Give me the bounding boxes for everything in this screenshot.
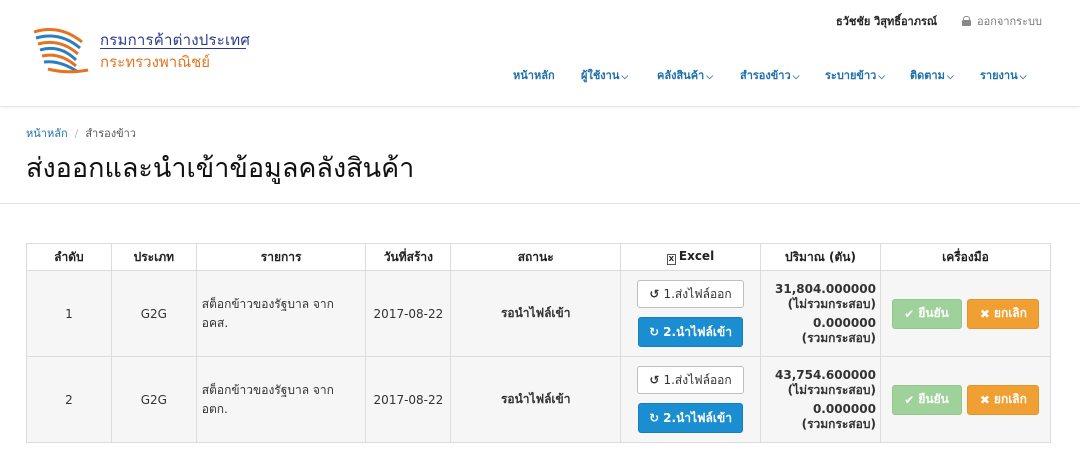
table-row: 1 G2G สต็อกข้าวของรัฐบาล จาก อคส. 2017-0… (26, 270, 1052, 357)
row-quantity: 43,754.600000 (ไม่รวมกระสอบ) 0.000000 (ร… (760, 356, 881, 443)
swoosh-logo-icon (33, 28, 89, 74)
breadcrumb-separator: / (74, 127, 79, 140)
undo-icon: ↺ (649, 373, 660, 387)
import-file-button[interactable]: ↻ 2.นำไฟล์เข้า (638, 403, 744, 433)
row-item: สต็อกข้าวของรัฐบาล จาก อคส. (195, 270, 367, 357)
row-status: รอนำไฟล์เข้า (450, 270, 622, 357)
row-type: G2G (110, 356, 197, 443)
chevron-down-icon: ⌵ (792, 72, 800, 82)
column-header-created: วันที่สร้าง (365, 243, 452, 271)
close-icon: ✖ (979, 392, 990, 407)
nav-label: ติดตาม (910, 69, 945, 82)
logout-link[interactable]: ออกจากระบบ (962, 12, 1042, 30)
import-file-button[interactable]: ↻ 2.นำไฟล์เข้า (638, 317, 744, 347)
row-tools: ✔ ยืนยัน ✖ ยกเลิก (879, 356, 1052, 443)
confirm-button[interactable]: ✔ ยืนยัน (891, 298, 962, 329)
chevron-down-icon: ⌵ (946, 72, 954, 82)
export-file-label: 1.ส่งไฟล์ออก (663, 286, 732, 301)
column-header-status: สถานะ (450, 243, 622, 271)
export-file-button[interactable]: ↺ 1.ส่งไฟล์ออก (637, 280, 745, 308)
nav-item-warehouse[interactable]: คลังสินค้า ⌵ (657, 66, 713, 84)
import-export-table: ลำดับ ประเภท รายการ วันที่สร้าง สถานะ XE… (26, 243, 1052, 443)
column-header-tools: เครื่องมือ (879, 243, 1052, 271)
qty-incl-sacks-note: (รวมกระสอบ) (801, 330, 876, 345)
page-title: ส่งออกและนำเข้าข้อมูลคลังสินค้า (26, 153, 415, 184)
close-icon: ✖ (979, 306, 990, 321)
column-header-type: ประเภท (110, 243, 197, 271)
row-excel-actions: ↺ 1.ส่งไฟล์ออก ↻ 2.นำไฟล์เข้า (620, 270, 761, 357)
excel-file-icon: X (666, 254, 676, 265)
logout-label: ออกจากระบบ (977, 15, 1042, 28)
confirm-label: ยืนยัน (918, 392, 949, 406)
qty-incl-sacks: 0.000000 (812, 401, 876, 416)
chevron-down-icon: ⌵ (1019, 72, 1027, 82)
lock-icon (962, 16, 971, 26)
nav-item-users[interactable]: ผู้ใช้งาน ⌵ (581, 66, 628, 84)
row-no: 1 (26, 270, 112, 357)
export-file-button[interactable]: ↺ 1.ส่งไฟล์ออก (637, 366, 745, 394)
qty-excl-sacks: 31,804.000000 (775, 281, 876, 296)
chevron-down-icon: ⌵ (878, 72, 886, 82)
chevron-down-icon: ⌵ (706, 72, 714, 82)
row-created: 2017-08-22 (365, 356, 452, 443)
chevron-down-icon: ⌵ (621, 72, 629, 82)
nav-label: ผู้ใช้งาน (581, 69, 620, 82)
row-no: 2 (26, 356, 112, 443)
export-file-label: 1.ส่งไฟล์ออก (663, 372, 732, 387)
nav-item-rice-reserve[interactable]: สำรองข้าว ⌵ (740, 66, 799, 84)
table-row: 2 G2G สต็อกข้าวของรัฐบาล จาก อตก. 2017-0… (26, 356, 1052, 443)
confirm-button[interactable]: ✔ ยืนยัน (891, 384, 962, 415)
nav-label: รายงาน (980, 69, 1018, 82)
nav-item-rice-release[interactable]: ระบายข้าว ⌵ (825, 66, 885, 84)
qty-excl-sacks: 43,754.600000 (775, 367, 876, 382)
confirm-label: ยืนยัน (918, 306, 949, 320)
cancel-label: ยกเลิก (993, 306, 1027, 320)
user-name[interactable]: ธวัชชัย วิสุทธิ์อาภรณ์ (836, 12, 937, 30)
nav-label: คลังสินค้า (657, 69, 705, 82)
row-created: 2017-08-22 (365, 270, 452, 357)
qty-excl-sacks-note: (ไม่รวมกระสอบ) (787, 382, 876, 397)
table-header-row: ลำดับ ประเภท รายการ วันที่สร้าง สถานะ XE… (26, 243, 1052, 271)
org-logo[interactable]: กรมการค้าต่างประเทศ กระทรวงพาณิชย์ (30, 22, 260, 82)
row-excel-actions: ↺ 1.ส่งไฟล์ออก ↻ 2.นำไฟล์เข้า (620, 356, 761, 443)
nav-label: สำรองข้าว (740, 69, 791, 82)
top-header: กรมการค้าต่างประเทศ กระทรวงพาณิชย์ ธวัชช… (0, 0, 1080, 107)
cancel-button[interactable]: ✖ ยกเลิก (967, 384, 1040, 415)
org-name-line2: กระทรวงพาณิชย์ (100, 53, 211, 71)
nav-label: ระบายข้าว (825, 69, 877, 82)
qty-incl-sacks-note: (รวมกระสอบ) (801, 416, 876, 431)
breadcrumb-home[interactable]: หน้าหลัก (26, 127, 68, 140)
column-header-excel-label: Excel (678, 249, 715, 263)
nav-label: หน้าหลัก (513, 69, 555, 82)
column-header-excel: X Excel (620, 243, 761, 271)
qty-incl-sacks: 0.000000 (812, 315, 876, 330)
breadcrumb-current: สำรองข้าว (85, 127, 136, 140)
cancel-label: ยกเลิก (993, 392, 1027, 406)
row-status: รอนำไฟล์เข้า (450, 356, 622, 443)
column-header-item: รายการ (195, 243, 367, 271)
nav-item-home[interactable]: หน้าหลัก (513, 66, 555, 84)
cancel-button[interactable]: ✖ ยกเลิก (967, 298, 1040, 329)
refresh-icon: ↻ (649, 325, 660, 339)
row-quantity: 31,804.000000 (ไม่รวมกระสอบ) 0.000000 (ร… (760, 270, 881, 357)
check-icon: ✔ (904, 306, 915, 321)
column-header-no: ลำดับ (26, 243, 112, 271)
title-divider (0, 203, 1080, 204)
import-file-label: 2.นำไฟล์เข้า (663, 410, 732, 425)
nav-item-reports[interactable]: รายงาน ⌵ (980, 66, 1026, 84)
nav-item-tracking[interactable]: ติดตาม ⌵ (910, 66, 954, 84)
undo-icon: ↺ (649, 287, 660, 301)
row-item: สต็อกข้าวของรัฐบาล จาก อตก. (195, 356, 367, 443)
qty-excl-sacks-note: (ไม่รวมกระสอบ) (787, 296, 876, 311)
refresh-icon: ↻ (649, 411, 660, 425)
check-icon: ✔ (904, 392, 915, 407)
import-file-label: 2.นำไฟล์เข้า (663, 324, 732, 339)
column-header-quantity: ปริมาณ (ตัน) (760, 243, 881, 271)
row-type: G2G (110, 270, 197, 357)
logo-divider (100, 48, 246, 49)
row-tools: ✔ ยืนยัน ✖ ยกเลิก (879, 270, 1052, 357)
breadcrumb: หน้าหลัก / สำรองข้าว (26, 124, 136, 142)
